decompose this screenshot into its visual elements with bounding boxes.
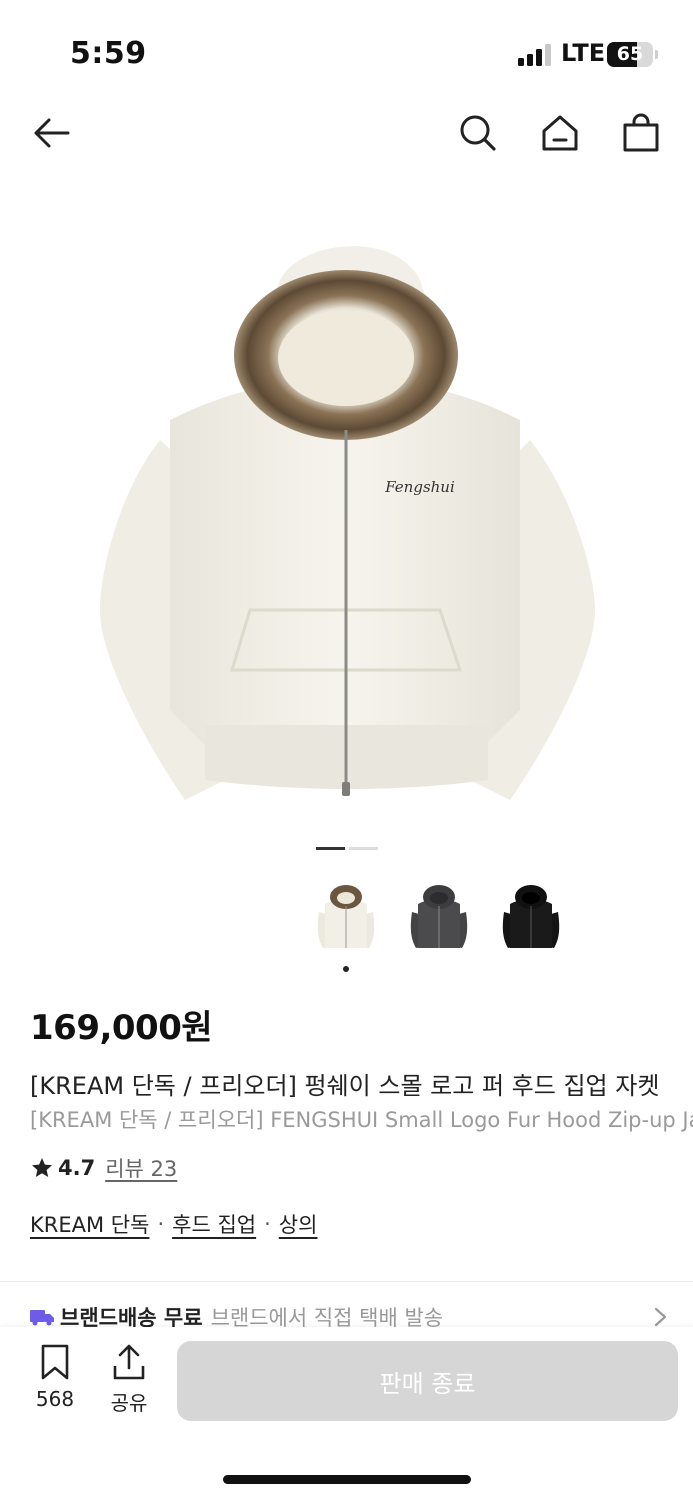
home-button[interactable] (537, 110, 583, 156)
arrow-left-icon (34, 118, 70, 148)
carousel-dot-2 (349, 847, 378, 850)
rating-value: 4.7 (58, 1156, 96, 1180)
share-icon (113, 1344, 145, 1380)
star-icon (32, 1158, 52, 1177)
image-carousel-indicator (316, 847, 378, 851)
tag-separator: · (264, 1212, 271, 1236)
cart-button[interactable] (618, 110, 664, 156)
carousel-dot-1 (316, 847, 345, 850)
product-price: 169,000원 (30, 1008, 213, 1048)
review-link[interactable]: 리뷰 23 (105, 1153, 177, 1183)
product-title-english: [KREAM 단독 / 프리오더] FENGSHUI Small Logo Fu… (30, 1108, 693, 1132)
product-title-korean: [KREAM 단독 / 프리오더] 펑쉐이 스몰 로고 퍼 후드 집업 자켓 (30, 1072, 660, 1100)
thumbnail-black-hoodie (502, 885, 560, 948)
color-option-black[interactable] (496, 876, 566, 962)
tag-kream-exclusive[interactable]: KREAM 단독 (30, 1209, 149, 1239)
shopping-bag-icon (623, 113, 659, 152)
product-image[interactable]: Fengshui (0, 190, 693, 830)
bookmark-icon (41, 1344, 69, 1380)
rating-row: 4.7 리뷰 23 (30, 1153, 177, 1183)
thumbnail-charcoal-hoodie (410, 885, 468, 948)
status-bar: 5:59 LTE 65 (0, 0, 693, 100)
delivery-truck-icon (30, 1310, 54, 1326)
category-tags: KREAM 단독 · 후드 집업 · 상의 (30, 1209, 317, 1239)
color-option-ivory[interactable] (311, 876, 381, 962)
wishlist-button[interactable]: 568 (25, 1343, 85, 1411)
sale-ended-button[interactable]: 판매 종료 (177, 1341, 678, 1421)
network-type: LTE (561, 39, 606, 67)
tag-tops[interactable]: 상의 (279, 1209, 318, 1239)
color-option-charcoal[interactable] (404, 876, 474, 962)
tag-hood-zipup[interactable]: 후드 집업 (172, 1209, 256, 1239)
search-button[interactable] (455, 110, 501, 156)
home-icon (542, 115, 578, 151)
selected-thumbnail-dot (343, 966, 349, 972)
home-indicator (223, 1475, 471, 1484)
status-time: 5:59 (70, 36, 147, 71)
section-divider (0, 1281, 693, 1282)
chevron-right-icon (654, 1307, 667, 1327)
battery-percent: 65 (616, 43, 644, 65)
search-icon (460, 115, 496, 151)
signal-strength-icon (518, 44, 554, 66)
battery-tip (655, 50, 658, 59)
share-label: 공유 (110, 1391, 148, 1415)
thumbnail-ivory-hoodie (317, 885, 375, 948)
battery-icon: 65 (607, 42, 653, 67)
hoodie-image: Fengshui (100, 246, 595, 800)
share-button[interactable]: 공유 (99, 1343, 159, 1416)
back-button[interactable] (28, 110, 74, 156)
wishlist-count: 568 (35, 1387, 75, 1411)
chest-logo: Fengshui (384, 478, 455, 496)
tag-separator: · (157, 1212, 165, 1236)
